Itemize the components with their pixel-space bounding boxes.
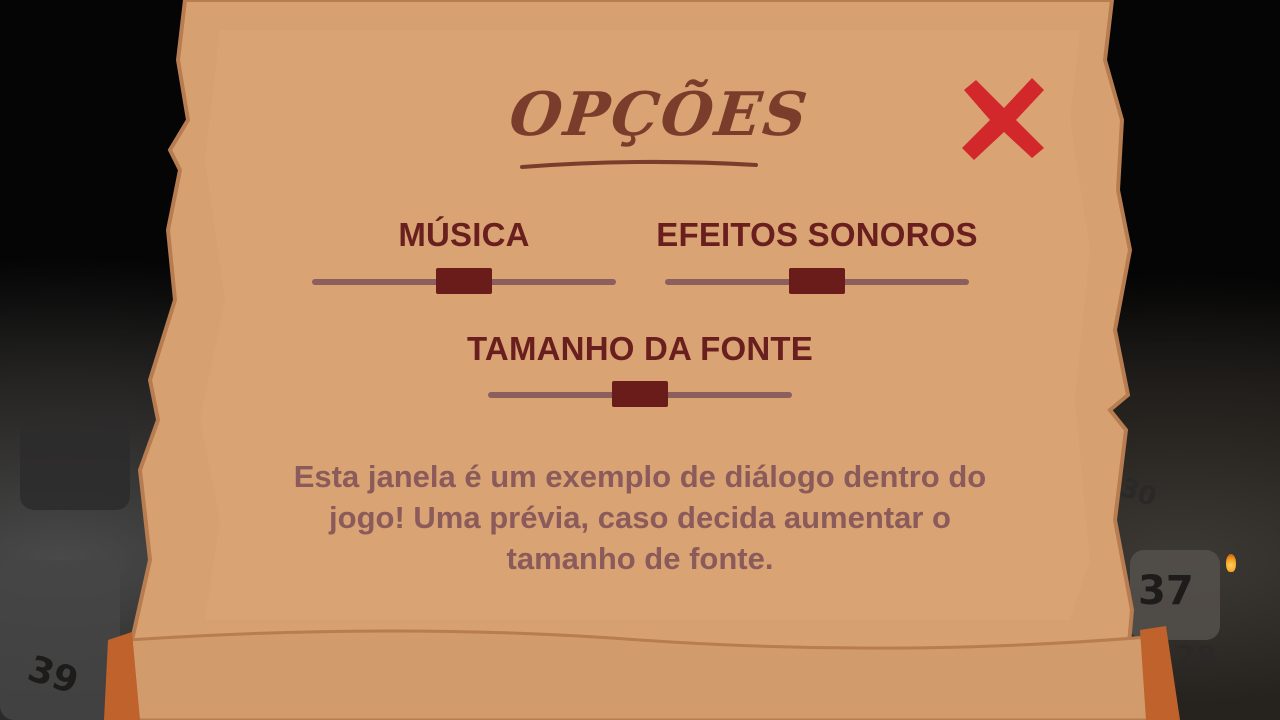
sfx-label: EFEITOS SONOROS: [656, 216, 978, 253]
scroll-roll: [118, 629, 1172, 720]
font-preview-text: Esta janela é um exemplo de diálogo dent…: [293, 459, 987, 576]
music-slider[interactable]: [312, 268, 616, 298]
dialog-title-area: OPÇÕES: [506, 80, 812, 169]
sfx-slider-thumb[interactable]: [789, 268, 845, 294]
music-slider-thumb[interactable]: [436, 268, 492, 294]
title-underline-icon: [520, 159, 758, 169]
scroll-rod-right: [1140, 626, 1180, 720]
font-size-slider[interactable]: [488, 381, 792, 411]
close-x-icon: [962, 78, 1044, 160]
music-label: MÚSICA: [398, 216, 530, 253]
dialog-title: OPÇÕES: [506, 80, 813, 150]
font-size-slider-thumb[interactable]: [612, 381, 668, 407]
close-button[interactable]: [958, 76, 1048, 162]
font-size-label: TAMANHO DA FONTE: [467, 330, 813, 367]
sfx-slider[interactable]: [665, 268, 969, 298]
